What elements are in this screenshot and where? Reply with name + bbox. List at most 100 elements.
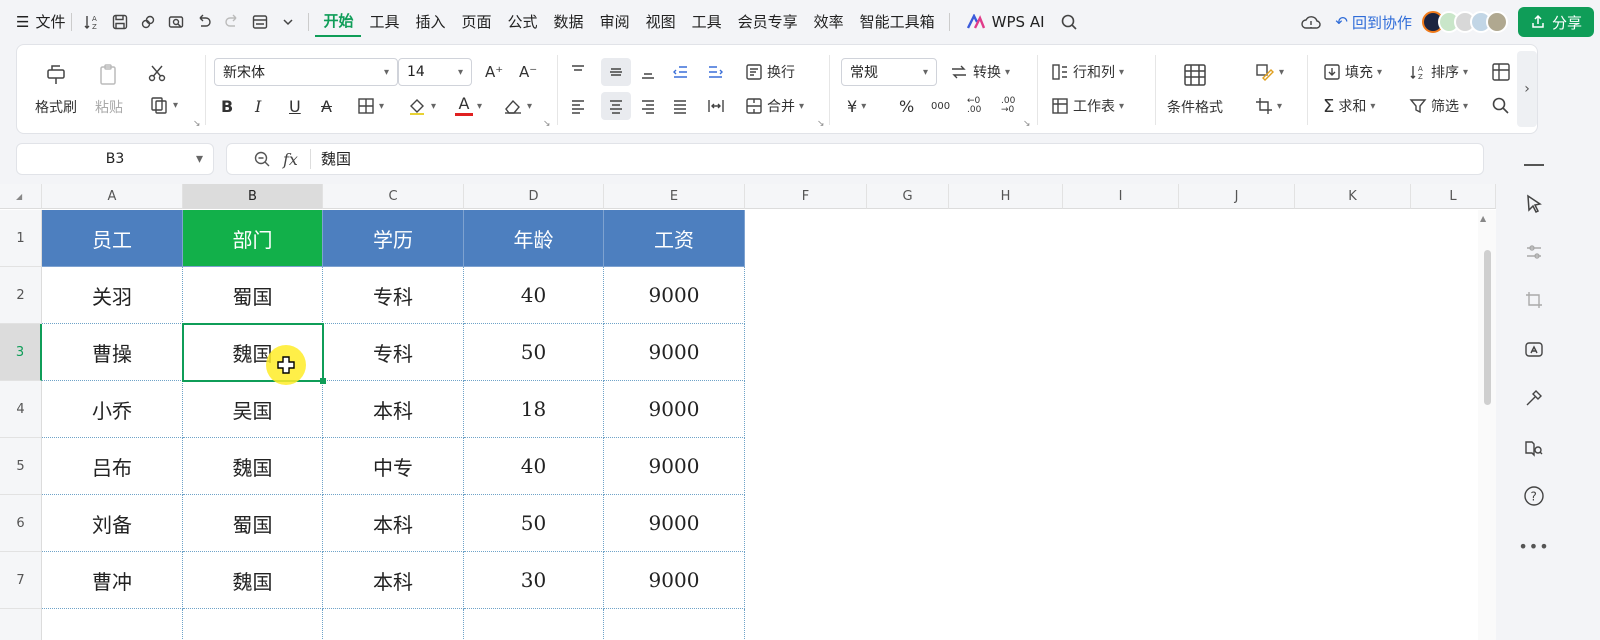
share-link-icon[interactable] bbox=[134, 8, 162, 36]
paste-button[interactable]: 粘贴 bbox=[93, 59, 125, 117]
row-header-3[interactable]: 3 bbox=[0, 324, 42, 381]
header-cell-age[interactable]: 年龄 bbox=[464, 210, 604, 267]
fill-button[interactable]: 填充 ▾ bbox=[1323, 58, 1382, 86]
ai-assist-icon[interactable] bbox=[1520, 336, 1548, 364]
col-header-b[interactable]: B bbox=[183, 184, 323, 209]
row-header-4[interactable]: 4 bbox=[0, 381, 42, 438]
header-cell-employee[interactable]: 员工 bbox=[42, 210, 183, 267]
strikethrough-button[interactable]: A bbox=[321, 92, 332, 120]
crop-button[interactable]: ▾ bbox=[1255, 92, 1282, 120]
col-header-g[interactable]: G bbox=[867, 184, 949, 209]
align-top-button[interactable] bbox=[569, 58, 587, 86]
table-cell[interactable]: 专科 bbox=[323, 324, 464, 381]
row-header-6[interactable]: 6 bbox=[0, 495, 42, 552]
zoom-icon[interactable] bbox=[253, 150, 271, 168]
table-cell[interactable]: 9000 bbox=[604, 495, 745, 552]
align-bottom-button[interactable] bbox=[639, 58, 657, 86]
table-cell[interactable] bbox=[42, 609, 183, 640]
percent-button[interactable]: % bbox=[899, 92, 914, 120]
tab-efficiency[interactable]: 效率 bbox=[806, 7, 852, 37]
formula-input[interactable]: 魏国 bbox=[309, 149, 351, 169]
table-cell[interactable]: 吴国 bbox=[183, 381, 323, 438]
convert-button[interactable]: 转换 ▾ bbox=[949, 58, 1010, 86]
print-preview-icon[interactable] bbox=[162, 8, 190, 36]
bold-button[interactable]: B bbox=[221, 92, 233, 120]
table-cell[interactable]: 蜀国 bbox=[183, 267, 323, 324]
scroll-up-icon[interactable]: ▲ bbox=[1480, 214, 1486, 223]
col-header-i[interactable]: I bbox=[1063, 184, 1179, 209]
table-cell[interactable]: 专科 bbox=[323, 267, 464, 324]
header-cell-department[interactable]: 部门 bbox=[183, 210, 323, 267]
col-header-l[interactable]: L bbox=[1411, 184, 1496, 209]
tab-view[interactable]: 视图 bbox=[638, 7, 684, 37]
table-cell[interactable]: 9000 bbox=[604, 552, 745, 609]
table-cell[interactable] bbox=[604, 609, 745, 640]
cut-button[interactable] bbox=[147, 59, 167, 87]
table-cell[interactable]: 曹操 bbox=[42, 324, 183, 381]
table-cell[interactable] bbox=[323, 609, 464, 640]
table-cell[interactable]: 魏国 bbox=[183, 552, 323, 609]
col-header-k[interactable]: K bbox=[1295, 184, 1411, 209]
dialog-launcher-icon[interactable]: ↘ bbox=[1023, 119, 1031, 129]
merge-button[interactable]: 合并 ▾ bbox=[745, 92, 804, 120]
wps-ai-button[interactable]: WPS AI bbox=[956, 13, 1055, 31]
col-header-h[interactable]: H bbox=[949, 184, 1063, 209]
collaborator-avatars[interactable] bbox=[1421, 11, 1508, 33]
increase-decimal-button[interactable]: .00 →0 bbox=[1001, 92, 1025, 120]
table-cell[interactable]: 蜀国 bbox=[183, 495, 323, 552]
wrap-text-button[interactable]: 换行 bbox=[745, 58, 795, 86]
font-color-button[interactable]: A ▾ bbox=[455, 92, 482, 120]
select-pointer-icon[interactable] bbox=[1520, 190, 1548, 218]
col-header-e[interactable]: E bbox=[604, 184, 745, 209]
fx-icon[interactable]: fx bbox=[283, 150, 298, 169]
border-button[interactable]: ▾ bbox=[357, 92, 384, 120]
chevron-down-icon[interactable] bbox=[274, 8, 302, 36]
justify-button[interactable] bbox=[671, 92, 689, 120]
format-painter-button[interactable]: 格式刷 bbox=[35, 59, 77, 117]
number-format-select[interactable]: 常规 ▾ bbox=[841, 58, 937, 86]
tab-tools-2[interactable]: 工具 bbox=[684, 7, 730, 37]
table-cell[interactable]: 9000 bbox=[604, 438, 745, 495]
table-cell[interactable]: 本科 bbox=[323, 381, 464, 438]
save-icon[interactable] bbox=[106, 8, 134, 36]
table-cell[interactable]: 关羽 bbox=[42, 267, 183, 324]
share-button[interactable]: 分享 bbox=[1517, 7, 1594, 37]
table-cell[interactable]: 9000 bbox=[604, 324, 745, 381]
currency-button[interactable]: ¥ ▾ bbox=[847, 92, 866, 120]
table-cell[interactable]: 18 bbox=[464, 381, 604, 438]
table-cell[interactable]: 30 bbox=[464, 552, 604, 609]
tools-icon[interactable] bbox=[1520, 384, 1548, 412]
find-button[interactable] bbox=[1491, 92, 1511, 120]
dialog-launcher-icon[interactable]: ↘ bbox=[543, 119, 551, 129]
tab-review[interactable]: 审阅 bbox=[592, 7, 638, 37]
tab-smart-toolbox[interactable]: 智能工具箱 bbox=[852, 7, 943, 37]
row-header-8[interactable] bbox=[0, 609, 42, 640]
clear-format-button[interactable]: ▾ bbox=[503, 92, 532, 120]
file-menu[interactable]: ☰ 文件 bbox=[16, 7, 65, 37]
layout-icon[interactable] bbox=[246, 8, 274, 36]
select-all-corner[interactable]: ◢ bbox=[0, 184, 42, 209]
tab-home[interactable]: 开始 bbox=[315, 7, 362, 37]
row-header-5[interactable]: 5 bbox=[0, 438, 42, 495]
underline-button[interactable]: U bbox=[289, 92, 301, 120]
col-header-f[interactable]: F bbox=[745, 184, 867, 209]
dialog-launcher-icon[interactable]: ↘ bbox=[817, 119, 825, 129]
redo-icon[interactable] bbox=[218, 8, 246, 36]
align-middle-button[interactable] bbox=[601, 58, 631, 86]
scrollbar-thumb[interactable] bbox=[1484, 250, 1491, 405]
cloud-sync-icon[interactable] bbox=[1297, 8, 1325, 36]
font-size-select[interactable]: 14 ▾ bbox=[398, 58, 472, 86]
fill-handle[interactable] bbox=[320, 378, 326, 384]
fill-color-button[interactable]: ▾ bbox=[407, 92, 436, 120]
table-cell[interactable]: 50 bbox=[464, 495, 604, 552]
tab-tools[interactable]: 工具 bbox=[361, 7, 407, 37]
tab-insert[interactable]: 插入 bbox=[408, 7, 454, 37]
col-header-j[interactable]: J bbox=[1179, 184, 1295, 209]
thousands-button[interactable]: 000 bbox=[931, 92, 950, 120]
increase-indent-button[interactable] bbox=[707, 58, 725, 86]
ribbon-scroll-right-button[interactable]: › bbox=[1517, 51, 1537, 127]
table-cell[interactable]: 40 bbox=[464, 438, 604, 495]
table-cell[interactable]: 本科 bbox=[323, 495, 464, 552]
align-right-button[interactable] bbox=[639, 92, 657, 120]
table-cell[interactable]: 刘备 bbox=[42, 495, 183, 552]
